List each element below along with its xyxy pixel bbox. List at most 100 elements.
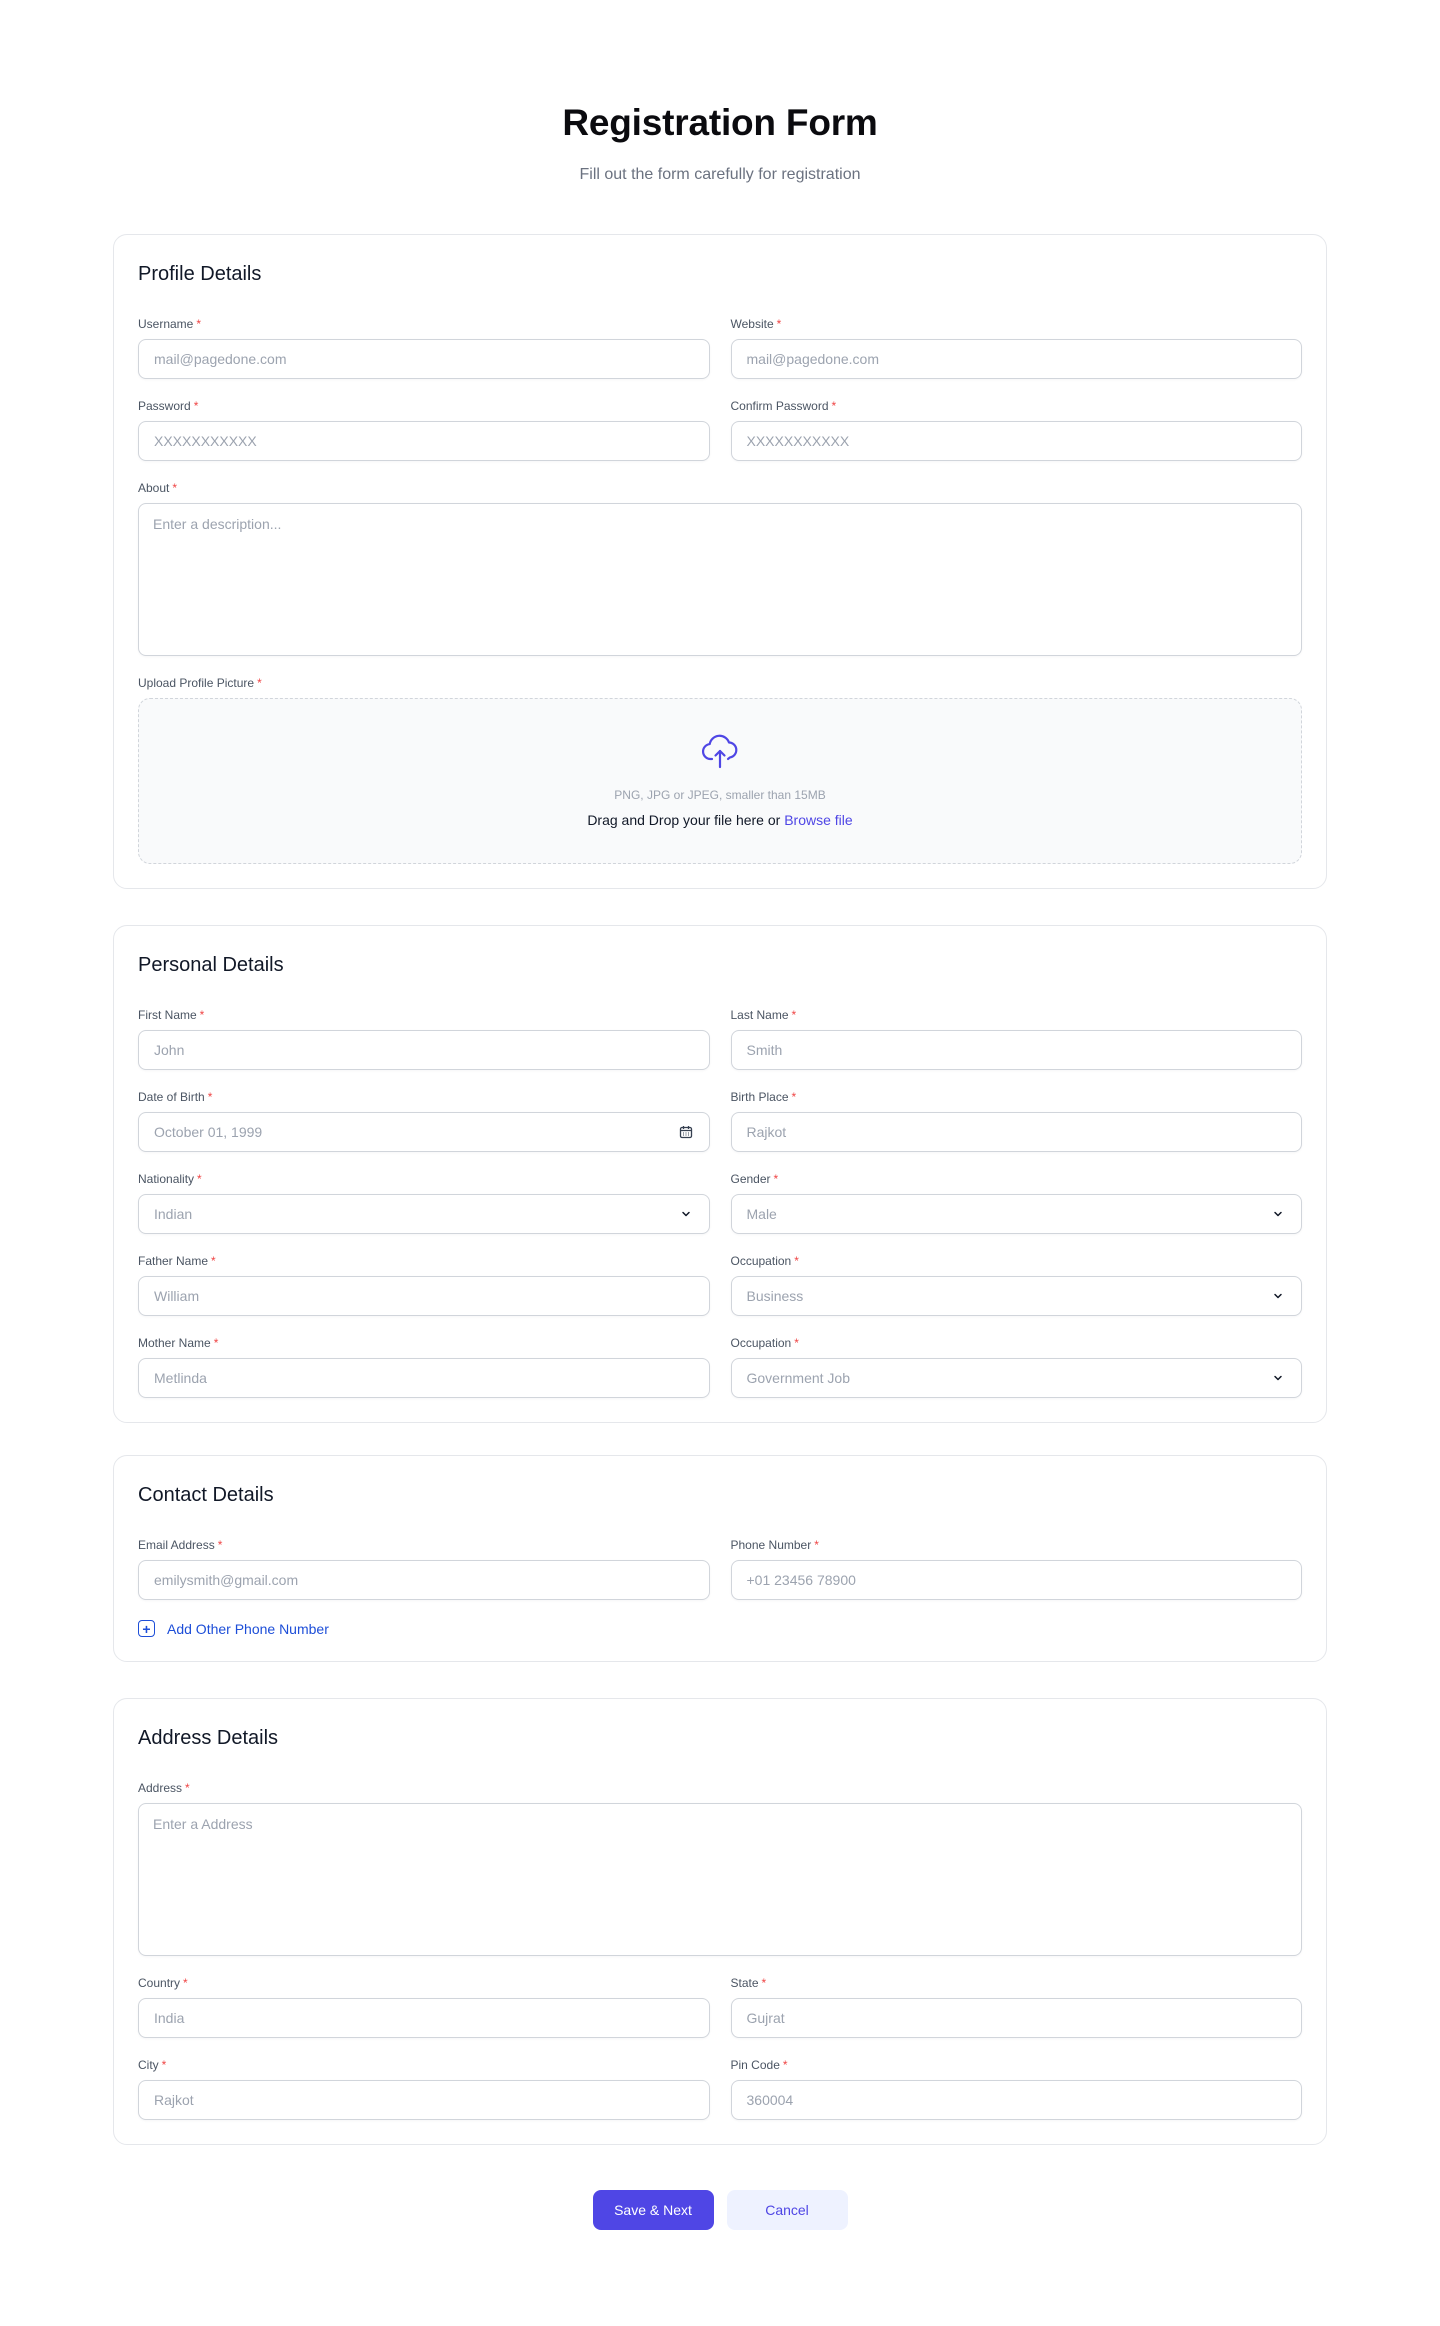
birth-place-field: Birth Place * Rajkot bbox=[730, 1090, 1302, 1152]
confirm-password-placeholder: XXXXXXXXXXX bbox=[746, 433, 850, 449]
username-field: Username * mail@pagedone.com bbox=[138, 317, 710, 379]
plus-square-icon: + bbox=[138, 1620, 155, 1637]
card-title: Profile Details bbox=[138, 263, 262, 285]
about-textarea[interactable]: Enter a description... bbox=[138, 503, 1302, 656]
dob-input[interactable]: October 01, 1999 bbox=[138, 1112, 710, 1152]
father-name-field: Father Name * William bbox=[138, 1254, 710, 1316]
personal-details-card: Personal Details First Name * John Last N… bbox=[113, 925, 1327, 1423]
last-name-input[interactable]: Smith bbox=[730, 1030, 1302, 1070]
about-field: About * Enter a description... bbox=[138, 481, 1302, 656]
contact-details-card: Contact Details Email Address * emilysmit… bbox=[113, 1455, 1327, 1662]
country-input[interactable]: India bbox=[138, 1998, 710, 2038]
required-marker: * bbox=[257, 676, 262, 690]
required-marker: * bbox=[794, 1254, 799, 1268]
mother-name-input[interactable]: Metlinda bbox=[138, 1358, 710, 1398]
dob-field: Date of Birth * October 01, 1999 bbox=[138, 1090, 710, 1152]
password-label: Password bbox=[138, 399, 191, 413]
father-occupation-value: Business bbox=[746, 1288, 804, 1304]
pin-code-placeholder: 360004 bbox=[746, 2092, 794, 2108]
required-marker: * bbox=[791, 1008, 797, 1022]
required-marker: * bbox=[831, 399, 837, 413]
password-input[interactable]: XXXXXXXXXXX bbox=[138, 421, 710, 461]
birth-place-placeholder: Rajkot bbox=[746, 1124, 787, 1140]
website-label: Website bbox=[730, 317, 774, 331]
confirm-password-field: Confirm Password * XXXXXXXXXXX bbox=[730, 399, 1302, 461]
add-phone-label: Add Other Phone Number bbox=[167, 1620, 329, 1637]
mother-occupation-label: Occupation bbox=[730, 1336, 792, 1350]
address-placeholder: Enter a Address bbox=[153, 1816, 253, 1832]
last-name-field: Last Name * Smith bbox=[730, 1008, 1302, 1070]
phone-placeholder: +01 23456 78900 bbox=[746, 1572, 856, 1588]
father-occupation-label: Occupation bbox=[730, 1254, 792, 1268]
required-marker: * bbox=[794, 1336, 799, 1350]
pin-code-input[interactable]: 360004 bbox=[730, 2080, 1302, 2120]
confirm-password-input[interactable]: XXXXXXXXXXX bbox=[730, 421, 1302, 461]
upload-hint: PNG, JPG or JPEG, smaller than 15MB bbox=[614, 788, 826, 802]
page-subtitle: Fill out the form carefully for registra… bbox=[579, 166, 861, 183]
username-placeholder: mail@pagedone.com bbox=[154, 351, 287, 367]
mother-occupation-field: Occupation * Government Job bbox=[730, 1336, 1302, 1398]
father-name-label: Father Name bbox=[138, 1254, 209, 1268]
dob-label: Date of Birth bbox=[138, 1090, 205, 1104]
first-name-field: First Name * John bbox=[138, 1008, 710, 1070]
gender-select[interactable]: Male bbox=[730, 1194, 1302, 1234]
website-input[interactable]: mail@pagedone.com bbox=[730, 339, 1302, 379]
required-marker: * bbox=[773, 1172, 779, 1186]
required-marker: * bbox=[185, 1781, 190, 1795]
upload-label: Upload Profile Picture bbox=[138, 676, 255, 690]
add-phone-button[interactable]: + Add Other Phone Number bbox=[138, 1620, 1302, 1637]
password-placeholder: XXXXXXXXXXX bbox=[154, 433, 257, 449]
phone-label: Phone Number bbox=[730, 1538, 812, 1552]
upload-text: Drag and Drop your file here or Browse f… bbox=[587, 811, 852, 829]
page-header: Registration Form Fill out the form care… bbox=[0, 0, 1440, 187]
mother-occupation-select[interactable]: Government Job bbox=[730, 1358, 1302, 1398]
required-marker: * bbox=[161, 2058, 167, 2072]
card-title: Contact Details bbox=[138, 1484, 274, 1506]
upload-dropzone[interactable]: PNG, JPG or JPEG, smaller than 15MB Drag… bbox=[138, 698, 1302, 864]
chevron-down-icon bbox=[1270, 1206, 1286, 1222]
email-input[interactable]: emilysmith@gmail.com bbox=[138, 1560, 710, 1600]
dob-placeholder: October 01, 1999 bbox=[154, 1124, 263, 1140]
mother-name-placeholder: Metlinda bbox=[154, 1370, 207, 1386]
state-input[interactable]: Gujrat bbox=[730, 1998, 1302, 2038]
chevron-down-icon bbox=[1270, 1370, 1286, 1386]
nationality-field: Nationality * Indian bbox=[138, 1172, 710, 1234]
birth-place-label: Birth Place bbox=[730, 1090, 789, 1104]
required-marker: * bbox=[776, 317, 782, 331]
gender-value: Male bbox=[746, 1206, 777, 1222]
form-actions: Save & Next Cancel bbox=[0, 2190, 1440, 2230]
browse-file-link[interactable]: Browse file bbox=[784, 812, 852, 828]
address-details-card: Address Details Address * Enter a Address… bbox=[113, 1698, 1327, 2145]
save-next-button[interactable]: Save & Next bbox=[592, 2190, 714, 2230]
required-marker: * bbox=[183, 1976, 188, 1990]
first-name-input[interactable]: John bbox=[138, 1030, 710, 1070]
chevron-down-icon bbox=[1270, 1288, 1286, 1304]
calendar-icon[interactable] bbox=[678, 1124, 694, 1140]
username-input[interactable]: mail@pagedone.com bbox=[138, 339, 710, 379]
pin-code-label: Pin Code bbox=[730, 2058, 780, 2072]
father-name-input[interactable]: William bbox=[138, 1276, 710, 1316]
nationality-select[interactable]: Indian bbox=[138, 1194, 710, 1234]
father-name-placeholder: William bbox=[154, 1288, 200, 1304]
required-marker: * bbox=[196, 317, 202, 331]
required-marker: * bbox=[199, 1008, 205, 1022]
cancel-button[interactable]: Cancel bbox=[726, 2190, 848, 2230]
city-placeholder: Rajkot bbox=[154, 2092, 194, 2108]
address-textarea[interactable]: Enter a Address bbox=[138, 1803, 1302, 1956]
birth-place-input[interactable]: Rajkot bbox=[730, 1112, 1302, 1152]
required-marker: * bbox=[193, 399, 199, 413]
required-marker: * bbox=[814, 1538, 819, 1552]
required-marker: * bbox=[211, 1254, 216, 1268]
state-placeholder: Gujrat bbox=[746, 2010, 785, 2026]
city-input[interactable]: Rajkot bbox=[138, 2080, 710, 2120]
required-marker: * bbox=[782, 2058, 788, 2072]
required-marker: * bbox=[197, 1172, 202, 1186]
address-field: Address * Enter a Address bbox=[138, 1781, 1302, 1956]
first-name-placeholder: John bbox=[154, 1042, 185, 1058]
website-placeholder: mail@pagedone.com bbox=[746, 351, 880, 367]
phone-input[interactable]: +01 23456 78900 bbox=[730, 1560, 1302, 1600]
gender-field: Gender * Male bbox=[730, 1172, 1302, 1234]
cloud-upload-icon bbox=[701, 734, 738, 769]
father-occupation-select[interactable]: Business bbox=[730, 1276, 1302, 1316]
mother-name-label: Mother Name bbox=[138, 1336, 211, 1350]
